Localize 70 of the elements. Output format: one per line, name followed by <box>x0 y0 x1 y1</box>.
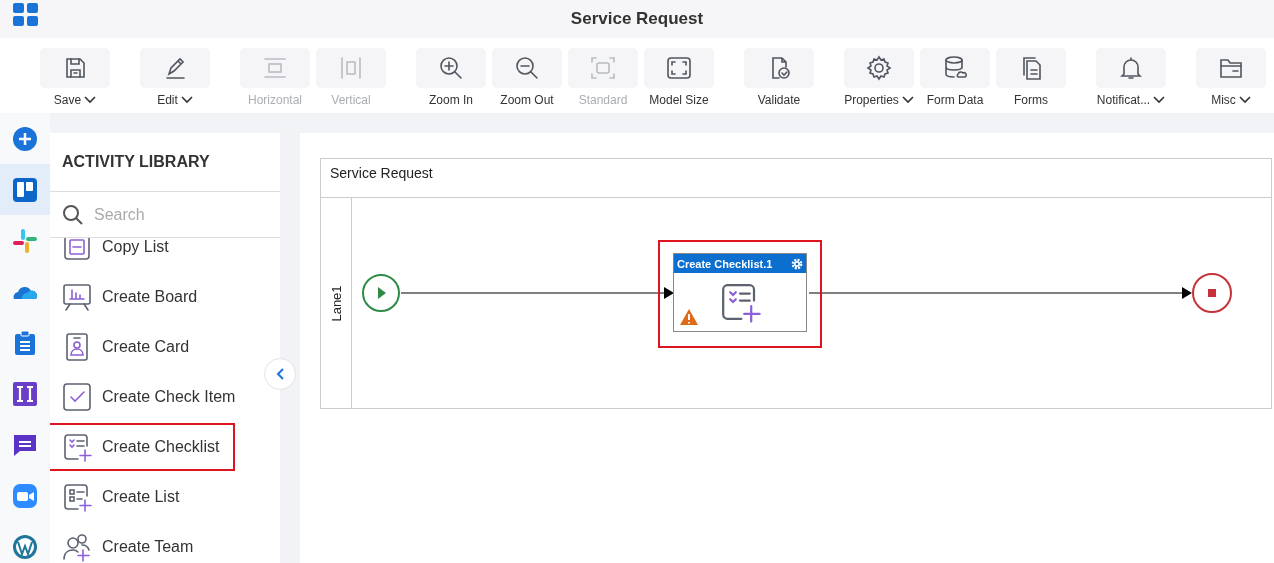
checklist-add-icon <box>62 432 92 462</box>
checklist-add-icon <box>719 281 761 323</box>
end-event[interactable] <box>1192 273 1232 313</box>
activity-item[interactable]: Create Team <box>50 522 236 563</box>
hash-icon <box>12 227 38 254</box>
tool-label[interactable]: Properties <box>844 93 899 107</box>
tool-label[interactable]: Zoom Out <box>500 93 554 107</box>
activity-item[interactable]: Create Board <box>50 272 236 322</box>
chevron-down-icon[interactable] <box>84 96 97 104</box>
tool-label[interactable]: Save <box>53 93 82 107</box>
tool-label[interactable]: Notificat... <box>1096 93 1151 107</box>
chevron-down-icon[interactable] <box>901 96 914 104</box>
fullscreen-icon <box>666 55 692 81</box>
checkbox-icon <box>62 382 92 412</box>
zoomin-tool-button[interactable] <box>416 48 486 88</box>
vertical-align-icon <box>338 55 364 81</box>
validate-tool-button[interactable] <box>744 48 814 88</box>
chevron-left-icon <box>276 368 284 380</box>
easel-icon <box>62 282 92 312</box>
gear-tool-button[interactable] <box>844 48 914 88</box>
tool-label[interactable]: Zoom In <box>429 93 473 107</box>
apps-grid-icon[interactable] <box>13 3 39 27</box>
tool-label[interactable]: Form Data <box>926 93 984 107</box>
modelsize-tool-button[interactable] <box>644 48 714 88</box>
tool-label[interactable]: Edit <box>157 93 178 107</box>
chevron-down-icon[interactable] <box>1238 96 1251 104</box>
search-field[interactable]: Search <box>94 203 254 226</box>
folder-tool-button[interactable] <box>1196 48 1266 88</box>
bell-icon <box>1118 55 1144 81</box>
collapse-button[interactable] <box>264 358 296 390</box>
activity-node[interactable]: Create Checklist.1 <box>673 253 807 332</box>
tool-label[interactable]: Misc <box>1211 93 1236 107</box>
list-add-icon <box>62 482 92 512</box>
database-tool-button[interactable] <box>920 48 990 88</box>
chevron-down-icon[interactable] <box>1153 96 1166 104</box>
activity-item[interactable]: Create Card <box>50 322 236 372</box>
search-icon <box>62 203 84 226</box>
save-tool-button[interactable] <box>40 48 110 88</box>
start-event[interactable] <box>362 274 400 312</box>
edit-tool-button[interactable] <box>140 48 210 88</box>
horizontal-align-icon <box>262 55 288 81</box>
zoomout-tool-button[interactable] <box>492 48 562 88</box>
activity-item[interactable]: Create List <box>50 472 236 522</box>
zoom-out-icon <box>514 55 540 81</box>
settings-icon <box>866 55 892 81</box>
users-add-icon <box>62 532 92 562</box>
zoom-in-icon <box>438 55 464 81</box>
list-icon <box>62 238 92 262</box>
clipboard-icon <box>12 329 38 356</box>
settings-icon[interactable] <box>791 257 803 270</box>
add-icon <box>12 125 38 152</box>
tool-label[interactable]: Validate <box>757 93 801 107</box>
chevron-down-icon[interactable] <box>180 96 193 104</box>
window-title: Service Request <box>570 9 704 29</box>
bell-tool-button[interactable] <box>1096 48 1166 88</box>
pool-title: Service Request <box>321 159 1271 198</box>
tool-label[interactable]: Forms <box>1014 93 1048 107</box>
activity-item[interactable]: Create Checklist <box>50 422 236 472</box>
globe-icon <box>12 533 38 560</box>
activity-item[interactable]: Copy List <box>50 238 236 272</box>
tool-label[interactable]: Model Size <box>649 93 709 107</box>
forms-tool-button[interactable] <box>996 48 1066 88</box>
lane-label: Lane1 <box>328 284 344 322</box>
video-camera-icon <box>12 482 38 509</box>
pillars-icon <box>12 380 38 407</box>
frame-icon <box>590 55 616 81</box>
activity-title: Create Checklist.1 <box>677 257 773 270</box>
board-icon <box>12 176 38 203</box>
activity-item[interactable]: Create Check Item <box>50 372 236 422</box>
database-icon <box>942 55 968 81</box>
